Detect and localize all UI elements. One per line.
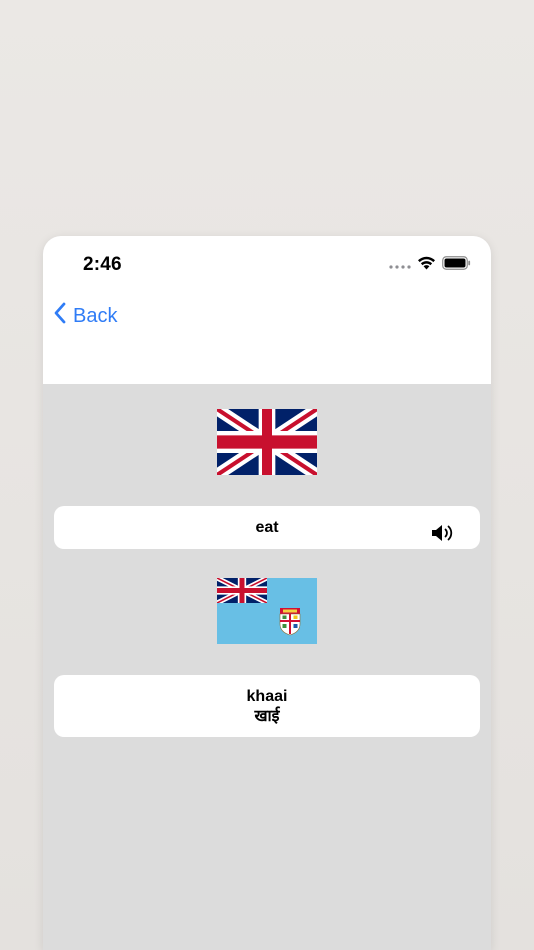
speaker-icon[interactable] <box>430 517 456 541</box>
header-area: 2:46 Back <box>43 236 491 384</box>
status-time: 2:46 <box>83 254 122 275</box>
battery-icon <box>442 256 471 275</box>
target-word-card: khaai खाई <box>54 675 480 737</box>
back-button[interactable]: Back <box>53 302 117 330</box>
wifi-icon <box>417 256 436 275</box>
phone-screen: 2:46 Back eat khaai खाई <box>43 236 491 950</box>
source-word-card: eat <box>54 506 480 549</box>
target-word: khaai <box>246 688 288 705</box>
united-kingdom-flag <box>217 409 317 475</box>
fiji-shield <box>279 608 301 636</box>
chevron-left-icon <box>53 302 67 330</box>
target-script: खाई <box>254 706 280 725</box>
source-word: eat <box>255 519 279 536</box>
fiji-flag <box>217 578 317 644</box>
signal-dots-icon <box>389 257 411 275</box>
status-icons <box>389 256 471 275</box>
back-label: Back <box>73 304 118 327</box>
